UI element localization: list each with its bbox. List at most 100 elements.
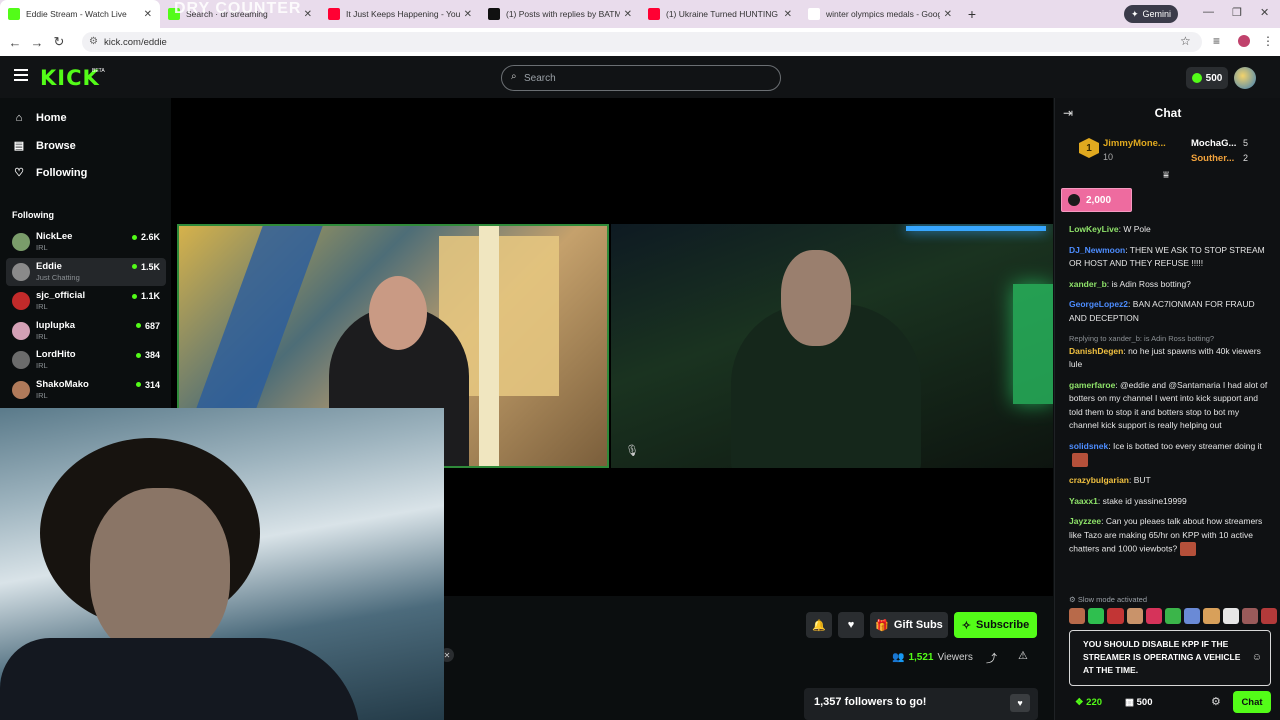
- chat-username[interactable]: DJ_Newmoon: [1069, 245, 1125, 255]
- live-dot-icon: [135, 352, 141, 358]
- emote-icon[interactable]: [1107, 608, 1124, 624]
- close-tab-icon[interactable]: ✕: [944, 9, 952, 20]
- chat-username[interactable]: xander_b: [1069, 279, 1107, 289]
- kicks-store[interactable]: ▦ 500: [1125, 697, 1152, 708]
- gemini-button[interactable]: ✦ Gemini: [1124, 5, 1178, 23]
- chat-username[interactable]: solidsnek: [1069, 441, 1108, 451]
- kicks-balance-button[interactable]: 500: [1186, 67, 1228, 89]
- kicks-goal-icon: [1068, 194, 1080, 206]
- chat-username[interactable]: crazybulgarian: [1069, 475, 1129, 485]
- subscribe-button[interactable]: ✧ Subscribe: [954, 612, 1037, 638]
- emote-icon[interactable]: [1241, 608, 1258, 624]
- chat-username[interactable]: gamerfaroe: [1069, 380, 1115, 390]
- emote-icon[interactable]: [1088, 608, 1105, 624]
- media-controls-icon[interactable]: ≡: [1213, 34, 1220, 48]
- close-tab-icon[interactable]: ✕: [304, 9, 312, 20]
- muted-mic-icon: 🎙: [625, 445, 639, 457]
- beta-badge: BETA: [92, 68, 105, 74]
- close-window-icon[interactable]: ✕: [1260, 6, 1269, 19]
- reload-icon[interactable]: ↻: [48, 34, 70, 50]
- following-channel-item[interactable]: sjc_official IRL 1.1K: [6, 287, 166, 315]
- chat-username[interactable]: GeorgeLopez2: [1069, 299, 1128, 309]
- kicks-balance: 500: [1205, 72, 1223, 84]
- browser-tab[interactable]: Eddie Stream - Watch Live ✕: [0, 0, 160, 28]
- chat-username[interactable]: Jayzzee: [1069, 516, 1101, 526]
- following-channel-item[interactable]: luplupka IRL 687: [6, 317, 166, 345]
- close-tab-icon[interactable]: ✕: [144, 9, 152, 20]
- emote-icon[interactable]: [1203, 608, 1220, 624]
- gift-subs-label: Gift Subs: [893, 619, 943, 631]
- channel-name: luplupka: [36, 319, 76, 331]
- emote-icon[interactable]: [1260, 608, 1278, 624]
- slow-mode-notice: ⚙ Slow mode activated: [1069, 595, 1148, 604]
- channel-viewers: 314: [135, 380, 160, 390]
- menu-kebab-icon[interactable]: ⋮: [1262, 34, 1274, 48]
- following-channel-item[interactable]: NickLee IRL 2.6K: [6, 228, 166, 256]
- kick-logo[interactable]: KICK: [40, 66, 100, 90]
- tab-title: winter olympics medals - Goog: [826, 9, 940, 19]
- chat-username[interactable]: DanishDegen: [1069, 346, 1123, 356]
- follow-goal-heart-button[interactable]: ♥: [1010, 694, 1030, 712]
- minimize-icon[interactable]: —: [1203, 6, 1214, 18]
- emote-icon[interactable]: [1145, 608, 1162, 624]
- notification-bell-button[interactable]: 🔔: [806, 612, 832, 638]
- slow-mode-text: Slow mode activated: [1077, 595, 1148, 604]
- pinned-icon[interactable]: ⩸: [1163, 170, 1169, 181]
- chat-username[interactable]: LowKeyLive: [1069, 224, 1119, 234]
- share-icon[interactable]: ⤴: [986, 650, 997, 666]
- leaderboard-name-1[interactable]: JimmyMone...: [1103, 138, 1166, 149]
- emote-icon[interactable]: [1222, 608, 1239, 624]
- chat-message: gamerfaroe: @eddie and @Santamaria I had…: [1069, 379, 1268, 431]
- browser-tab[interactable]: (1) Posts with replies by BATMA ✕: [480, 0, 640, 28]
- emote-icon[interactable]: [1184, 608, 1201, 624]
- emote-icon[interactable]: [1069, 608, 1086, 624]
- profile-avatar[interactable]: [1238, 35, 1250, 47]
- leaderboard-name-2[interactable]: MochaG...: [1191, 138, 1236, 149]
- search-input[interactable]: ⌕ Search: [501, 65, 781, 91]
- site-info-icon[interactable]: ⚙: [89, 36, 98, 47]
- chat-message: xander_b: is Adin Ross botting?: [1069, 278, 1191, 289]
- channel-viewers: 2.6K: [131, 232, 160, 242]
- leaderboard-name-3[interactable]: Souther...: [1191, 153, 1234, 164]
- close-tab-icon[interactable]: ✕: [624, 9, 632, 20]
- browser-tab[interactable]: It Just Keeps Happening - YouT ✕: [320, 0, 480, 28]
- emote-icon[interactable]: [1164, 608, 1182, 624]
- chat-message-text: stake id yassine19999: [1102, 495, 1187, 506]
- bookmark-star-icon[interactable]: ☆: [1180, 34, 1191, 48]
- following-channel-item[interactable]: ShakoMako IRL 314: [6, 376, 166, 404]
- url-field[interactable]: ⚙ kick.com/eddie: [82, 32, 1202, 52]
- chat-input[interactable]: YOU SHOULD DISABLE KPP IF THE STREAMER I…: [1069, 630, 1271, 686]
- chat-message: Yaaxx1: stake id yassine19999: [1069, 495, 1187, 506]
- maximize-icon[interactable]: ❐: [1232, 6, 1242, 19]
- channel-points[interactable]: ❖ 220: [1075, 697, 1102, 708]
- send-chat-button[interactable]: Chat: [1233, 691, 1271, 713]
- nav-home[interactable]: ⌂ Home: [12, 112, 67, 124]
- emoji-picker-icon[interactable]: ☺: [1252, 651, 1262, 664]
- report-warning-icon[interactable]: ⚠: [1018, 649, 1028, 662]
- chat-settings-icon[interactable]: ⚙: [1211, 695, 1221, 708]
- tab-favicon-icon: [8, 8, 20, 20]
- new-tab-icon[interactable]: +: [960, 0, 984, 28]
- tab-title: (1) Ukraine Turned HUNTING R: [666, 9, 780, 19]
- channel-viewers-value: 687: [144, 320, 160, 331]
- close-tab-icon[interactable]: ✕: [464, 9, 472, 20]
- chat-footer: ❖ 220 ▦ 500 ⚙ Chat: [1055, 690, 1280, 716]
- user-avatar[interactable]: [1234, 67, 1256, 89]
- close-tab-icon[interactable]: ✕: [784, 9, 792, 20]
- forward-icon[interactable]: →: [26, 35, 48, 50]
- nav-browse[interactable]: ▤ Browse: [12, 139, 76, 153]
- hamburger-menu-icon[interactable]: [14, 69, 28, 83]
- follow-heart-button[interactable]: ♥: [838, 612, 864, 638]
- kicks-goal-badge[interactable]: 2,000: [1061, 188, 1132, 212]
- browser-tab[interactable]: winter olympics medals - Goog ✕: [800, 0, 960, 28]
- following-channel-item[interactable]: LordHito IRL 384: [6, 346, 166, 374]
- channel-viewers: 1.5K: [131, 262, 160, 272]
- back-icon[interactable]: ←: [4, 35, 26, 50]
- emote-icon[interactable]: [1126, 608, 1143, 624]
- url-text: kick.com/eddie: [104, 36, 167, 48]
- nav-following[interactable]: ♡ Following: [12, 166, 87, 180]
- chat-username[interactable]: Yaaxx1: [1069, 496, 1098, 506]
- browser-tab[interactable]: (1) Ukraine Turned HUNTING R ✕: [640, 0, 800, 28]
- gift-subs-button[interactable]: 🎁 Gift Subs: [870, 612, 948, 638]
- following-channel-item[interactable]: Eddie Just Chatting 1.5K: [6, 257, 166, 286]
